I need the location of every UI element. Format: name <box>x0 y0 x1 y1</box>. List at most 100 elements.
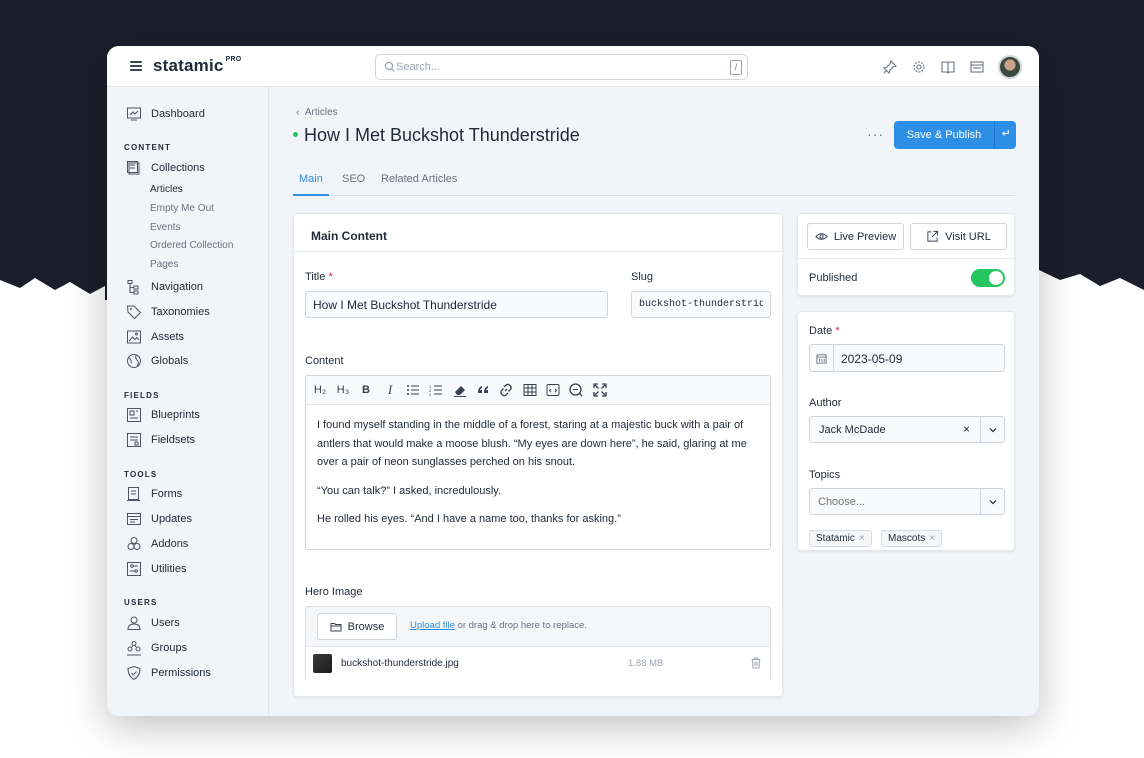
slug-input[interactable] <box>631 291 771 318</box>
sidebar-item-permissions[interactable]: Permissions <box>126 664 211 682</box>
sidebar-item-users[interactable]: Users <box>126 614 180 632</box>
tab-seo[interactable]: SEO <box>342 173 365 185</box>
date-label-text: Date <box>809 325 833 337</box>
visit-url-button[interactable]: Visit URL <box>910 223 1007 250</box>
publish-options-button[interactable] <box>994 121 1016 149</box>
paragraph: He rolled his eyes. “And I have a name t… <box>317 513 621 525</box>
clear-author-icon[interactable]: × <box>963 422 970 436</box>
published-label: Published <box>809 272 858 284</box>
eraser-icon[interactable] <box>452 382 468 398</box>
section-users: USERS <box>124 598 158 607</box>
page-title: How I Met Buckshot Thunderstride <box>304 125 580 145</box>
sidebar-label-addons: Addons <box>151 538 189 550</box>
menu-icon[interactable] <box>130 61 142 71</box>
sidebar-item-fieldsets[interactable]: Fieldsets <box>126 431 195 449</box>
date-picker-trigger[interactable] <box>810 345 834 371</box>
search-input[interactable] <box>396 56 726 78</box>
sidebar-sub-empty-me-out[interactable]: Empty Me Out <box>150 203 214 214</box>
sidebar-label-updates: Updates <box>151 513 192 525</box>
upload-file-link[interactable]: Upload file <box>410 620 455 631</box>
asset-row[interactable]: buckshot-thunderstride.jpg 1.88 MB <box>306 646 770 681</box>
asset-thumbnail[interactable] <box>313 654 332 673</box>
sidebar-item-dashboard[interactable]: Dashboard <box>126 105 205 123</box>
trash-icon[interactable] <box>750 657 762 669</box>
title-input[interactable] <box>305 291 608 318</box>
editor-content[interactable]: I found myself standing in the middle of… <box>317 416 761 539</box>
browse-button[interactable]: Browse <box>317 613 397 640</box>
bold-button[interactable]: B <box>358 382 374 398</box>
sidebar-item-navigation[interactable]: Navigation <box>126 278 203 296</box>
brand-logo[interactable]: statamic PRO <box>153 56 241 76</box>
sidebar-label-taxonomies: Taxonomies <box>151 306 210 318</box>
remove-tag-icon[interactable]: × <box>929 531 935 546</box>
sidebar-label-dashboard: Dashboard <box>151 108 205 120</box>
fullscreen-icon[interactable] <box>592 382 608 398</box>
sidebar-sub-events[interactable]: Events <box>150 222 181 233</box>
sidebar-item-collections[interactable]: Collections <box>126 159 205 177</box>
topics-label: Topics <box>809 469 841 481</box>
section-content: CONTENT <box>124 143 172 152</box>
save-publish-button[interactable]: Save & Publish <box>894 121 994 149</box>
sidebar-item-addons[interactable]: Addons <box>126 535 188 553</box>
sidebar-item-taxonomies[interactable]: Taxonomies <box>126 303 210 321</box>
tab-bar: Main SEO Related Articles <box>293 166 1015 196</box>
live-preview-button[interactable]: Live Preview <box>807 223 904 250</box>
topics-dropdown-toggle[interactable] <box>980 489 1004 514</box>
sidebar-item-groups[interactable]: Groups <box>126 639 187 657</box>
utilities-icon <box>127 562 141 576</box>
more-actions-button[interactable]: ··· <box>867 126 884 142</box>
ordered-list-icon[interactable]: 123 <box>428 382 444 398</box>
dashboard-icon <box>127 107 141 121</box>
topic-tag: Statamic × <box>809 530 872 547</box>
tab-related-articles[interactable]: Related Articles <box>381 173 457 185</box>
sidebar-label-navigation: Navigation <box>151 281 203 293</box>
topic-tag: Mascots × <box>881 530 943 547</box>
app-window: statamicPRO / Dashboard CONTENT Collecti… <box>107 46 1039 716</box>
sidebar-item-blueprints[interactable]: Blueprints <box>126 406 200 424</box>
italic-button[interactable]: I <box>382 382 398 398</box>
date-field[interactable]: 2023-05-09 <box>809 344 1005 372</box>
required-mark: * <box>328 271 333 283</box>
meta-card: Date * 2023-05-09 Author Jack McDade × T… <box>797 311 1015 551</box>
topics-select[interactable] <box>809 488 1005 515</box>
sidebar-sub-articles[interactable]: Articles <box>150 184 183 195</box>
sidebar-sub-ordered-collection[interactable]: Ordered Collection <box>150 240 233 251</box>
search-shortcut-key: / <box>730 60 742 75</box>
content-label: Content <box>305 355 344 367</box>
bullet-list-icon[interactable] <box>405 382 421 398</box>
site-icon[interactable] <box>970 60 984 74</box>
sidebar-label-permissions: Permissions <box>151 667 211 679</box>
toggle-knob <box>989 271 1003 285</box>
table-icon[interactable] <box>522 382 538 398</box>
quote-icon[interactable] <box>475 382 491 398</box>
sidebar-sub-pages[interactable]: Pages <box>150 259 178 270</box>
section-tools: TOOLS <box>124 470 158 479</box>
tab-main[interactable]: Main <box>299 173 323 185</box>
date-label: Date * <box>809 325 840 337</box>
remove-tag-icon[interactable]: × <box>859 531 865 546</box>
link-icon[interactable] <box>498 382 514 398</box>
topics-input[interactable] <box>818 493 968 511</box>
avatar[interactable] <box>998 55 1022 79</box>
add-set-icon[interactable] <box>568 382 584 398</box>
pin-icon[interactable] <box>883 60 897 74</box>
sidebar-item-updates[interactable]: Updates <box>126 510 192 528</box>
author-dropdown-toggle[interactable] <box>980 417 1004 442</box>
sidebar-item-assets[interactable]: Assets <box>126 328 184 346</box>
sidebar-label-forms: Forms <box>151 488 183 500</box>
published-toggle[interactable] <box>971 269 1005 287</box>
code-block-icon[interactable] <box>545 382 561 398</box>
sidebar-item-forms[interactable]: Forms <box>126 485 182 503</box>
author-select[interactable]: Jack McDade × <box>809 416 1005 443</box>
gear-icon[interactable] <box>912 60 926 74</box>
heading-2-button[interactable]: H₂ <box>312 382 328 398</box>
heading-3-button[interactable]: H₃ <box>335 382 351 398</box>
breadcrumb[interactable]: ‹ Articles <box>296 107 338 118</box>
form-icon <box>127 487 140 501</box>
search-box[interactable]: / <box>375 54 748 80</box>
sidebar-label-blueprints: Blueprints <box>151 409 200 421</box>
required-mark: * <box>835 325 840 337</box>
book-icon[interactable] <box>941 60 955 74</box>
sidebar-item-utilities[interactable]: Utilities <box>126 560 186 578</box>
sidebar-item-globals[interactable]: Globals <box>126 352 188 370</box>
